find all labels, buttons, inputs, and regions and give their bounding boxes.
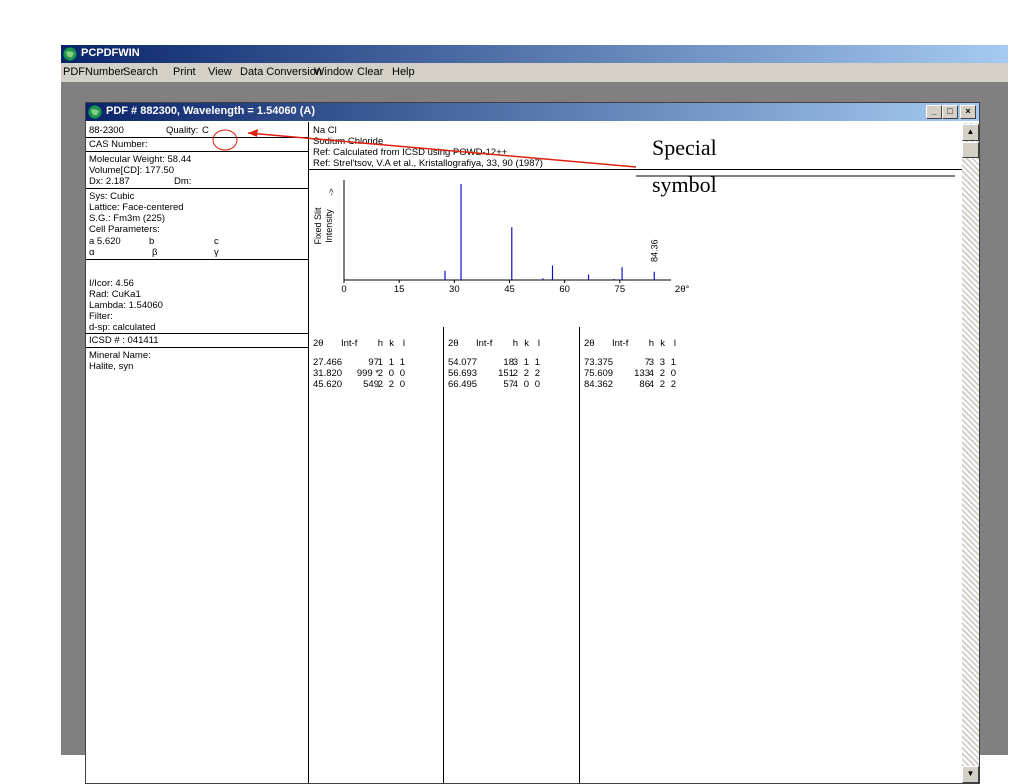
annotation-circle [212,129,238,151]
annotation-overlay [212,129,955,177]
annotation-arrow-head [248,129,258,137]
scroll-down-button[interactable]: ▼ [962,766,979,783]
annotation-arrow-line [247,132,637,168]
